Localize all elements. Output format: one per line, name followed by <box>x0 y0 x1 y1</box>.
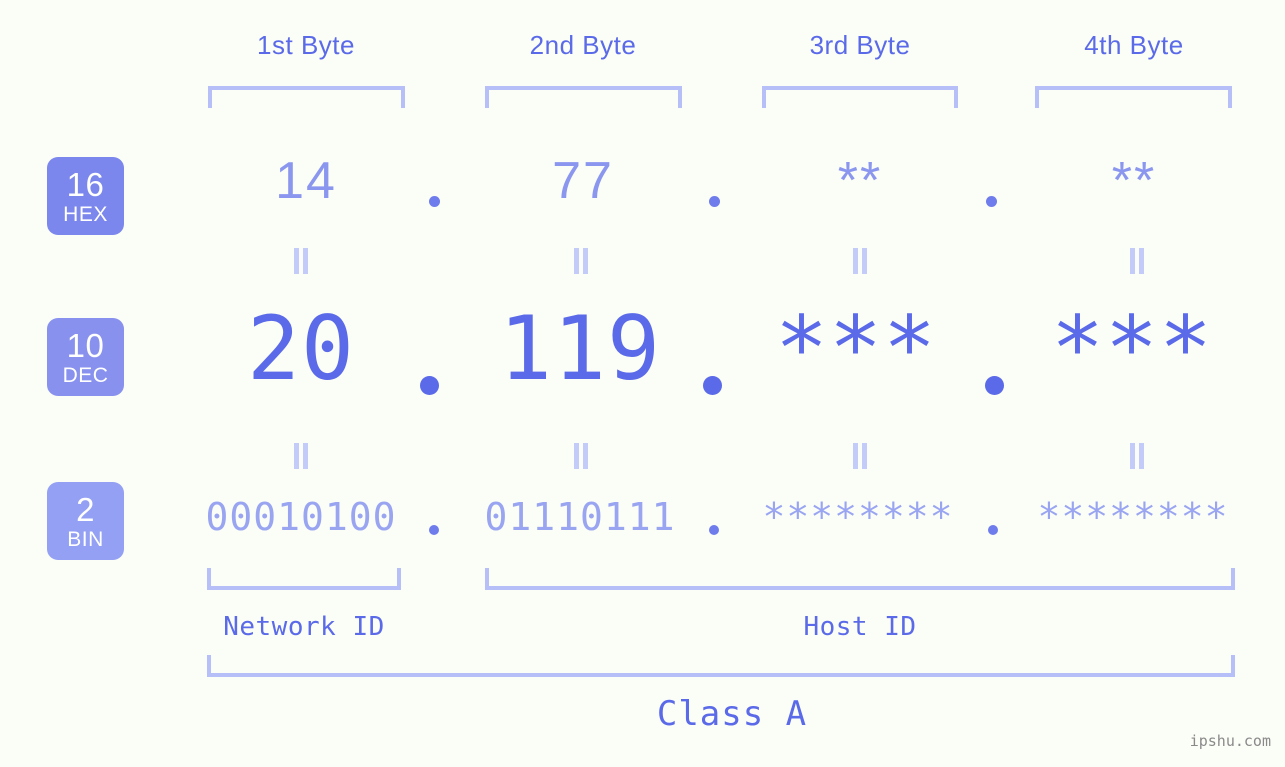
hex-dot-separator-2 <box>709 196 720 207</box>
base-badge-hex-number: 16 <box>66 165 105 203</box>
dec-dot-separator-3 <box>985 376 1004 395</box>
ip-address-diagram: 1st Byte 2nd Byte 3rd Byte 4th Byte 16 H… <box>0 0 1285 767</box>
base-badge-dec-name: DEC <box>62 363 109 387</box>
equals-connector-hex-dec-1 <box>291 248 311 274</box>
bin-dot-separator-3 <box>988 525 998 535</box>
hex-value-byte-1: 14 <box>275 152 337 210</box>
dec-dot-separator-2 <box>703 376 722 395</box>
bin-value-byte-4: ******** <box>1037 495 1229 539</box>
byte-bracket-2 <box>485 86 682 108</box>
byte-header-3: 3rd Byte <box>809 30 911 60</box>
hex-value-byte-4: ** <box>1111 152 1157 210</box>
equals-connector-hex-dec-4 <box>1127 248 1147 274</box>
class-label: Class A <box>656 694 808 734</box>
hex-value-byte-3: ** <box>837 152 883 210</box>
hex-dot-separator-1 <box>429 196 440 207</box>
equals-connector-dec-bin-4 <box>1127 443 1147 469</box>
equals-connector-hex-dec-3 <box>850 248 870 274</box>
bin-value-byte-2: 01110111 <box>484 495 676 539</box>
network-id-label: Network ID <box>223 612 385 642</box>
equals-connector-hex-dec-2 <box>571 248 591 274</box>
dec-value-byte-2: 119 <box>499 297 661 400</box>
byte-header-1: 1st Byte <box>257 30 355 60</box>
host-id-label: Host ID <box>803 612 917 642</box>
equals-connector-dec-bin-3 <box>850 443 870 469</box>
byte-bracket-1 <box>208 86 405 108</box>
base-badge-dec-number: 10 <box>66 326 105 364</box>
dec-value-byte-3: *** <box>775 297 937 400</box>
network-id-bracket <box>207 568 401 590</box>
base-badge-dec: 10 DEC <box>47 318 124 396</box>
equals-connector-dec-bin-1 <box>291 443 311 469</box>
dec-value-byte-4: *** <box>1051 297 1213 400</box>
hex-dot-separator-3 <box>986 196 997 207</box>
byte-bracket-4 <box>1035 86 1232 108</box>
class-bracket <box>207 655 1235 677</box>
base-badge-bin: 2 BIN <box>47 482 124 560</box>
bin-dot-separator-2 <box>709 525 719 535</box>
site-watermark: ipshu.com <box>1189 732 1271 750</box>
hex-value-byte-2: 77 <box>552 152 614 210</box>
base-badge-bin-name: BIN <box>67 527 104 551</box>
base-badge-hex: 16 HEX <box>47 157 124 235</box>
byte-header-2: 2nd Byte <box>529 30 637 60</box>
bin-value-byte-3: ******** <box>762 495 954 539</box>
base-badge-hex-name: HEX <box>63 202 108 226</box>
bin-value-byte-1: 00010100 <box>205 495 397 539</box>
dec-dot-separator-1 <box>420 376 439 395</box>
dec-value-byte-1: 20 <box>247 297 355 400</box>
host-id-bracket <box>485 568 1235 590</box>
byte-header-4: 4th Byte <box>1084 30 1184 60</box>
equals-connector-dec-bin-2 <box>571 443 591 469</box>
bin-dot-separator-1 <box>429 525 439 535</box>
byte-bracket-3 <box>762 86 958 108</box>
base-badge-bin-number: 2 <box>76 490 95 528</box>
